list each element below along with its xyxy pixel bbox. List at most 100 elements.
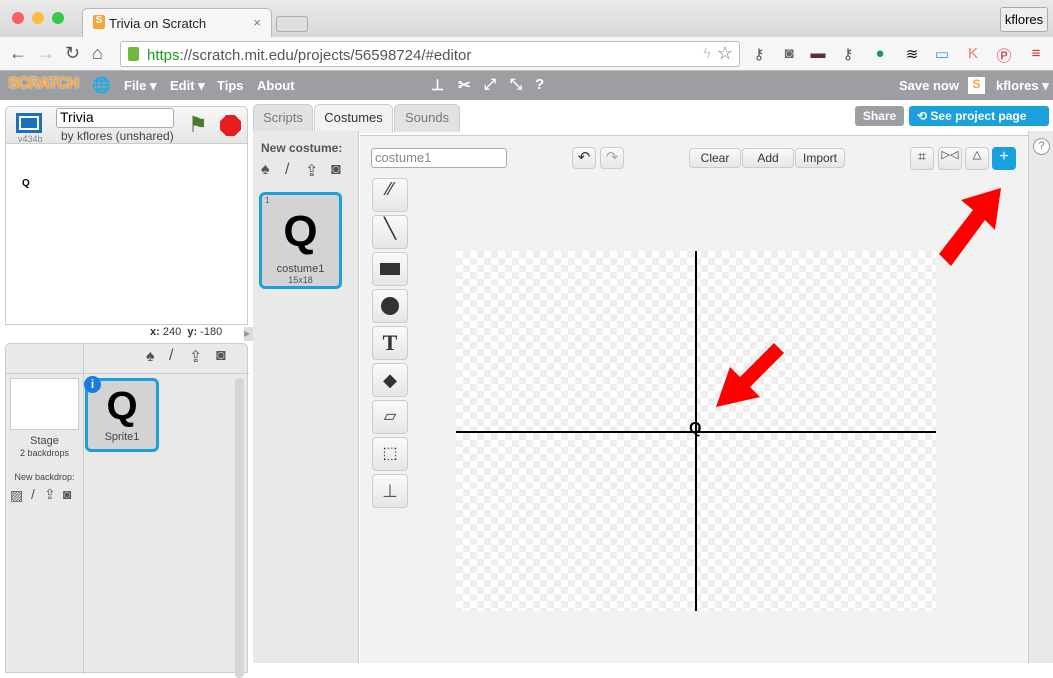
costume-name-input[interactable]: costume1 <box>371 148 507 168</box>
menu-file[interactable]: File ▾ <box>124 78 157 94</box>
sprite-scrollbar[interactable] <box>235 378 244 678</box>
upload-backdrop-icon[interactable]: ⇪ <box>44 486 56 503</box>
pocket-icon[interactable]: ◙ <box>779 45 799 62</box>
pinterest-icon[interactable]: Ⓟ <box>994 45 1014 66</box>
text-tool[interactable]: T <box>372 326 408 360</box>
help-icon[interactable]: ? <box>1033 138 1050 155</box>
cut-scissors-icon[interactable]: ✂ <box>458 76 471 94</box>
tab-costumes[interactable]: Costumes <box>314 104 393 133</box>
rectangle-tool[interactable] <box>372 252 408 286</box>
camera-sprite-icon[interactable]: ◙ <box>216 347 226 365</box>
swap-arrows-icon: ⟲ <box>917 109 931 123</box>
flip-horizontal-icon[interactable]: ▷◁ <box>938 147 962 170</box>
see-project-page-label: See project page <box>930 109 1027 123</box>
mask-extension-icon[interactable]: ▬ <box>808 45 828 62</box>
fill-bucket-tool[interactable]: ◆ <box>372 363 408 397</box>
camera-backdrop-icon[interactable]: ◙ <box>63 486 71 502</box>
language-globe-icon[interactable]: 🌐 <box>92 76 111 94</box>
my-stuff-icon[interactable]: S <box>968 77 985 94</box>
costume-library-icon[interactable]: ♠ <box>261 161 270 179</box>
reload-icon[interactable]: ↻ <box>65 43 80 64</box>
sprite-info-icon[interactable]: i <box>84 376 101 393</box>
bookmark-star-icon[interactable]: ☆ <box>717 43 733 64</box>
url-field[interactable]: https://scratch.mit.edu/projects/5659872… <box>120 41 740 67</box>
chrome-menu-icon[interactable]: ≡ <box>1026 45 1046 62</box>
minimize-window-button[interactable] <box>32 12 44 24</box>
tab-title: Trivia on Scratch <box>109 16 207 31</box>
key2-extension-icon[interactable]: ⚷ <box>838 45 858 63</box>
collapse-stage-toggle[interactable]: ▶ <box>244 327 253 341</box>
lock-icon <box>128 47 139 61</box>
help-sidebar: ? <box>1028 131 1053 663</box>
browser-tab[interactable]: S Trivia on Scratch × <box>82 8 272 38</box>
share-button[interactable]: Share <box>855 106 904 126</box>
sprite-library-icon[interactable]: ♠ <box>146 348 155 366</box>
new-backdrop-label: New backdrop: <box>14 472 75 482</box>
drawing-canvas[interactable]: Q <box>456 251 936 611</box>
upload-sprite-icon[interactable]: ⇪ <box>189 347 202 367</box>
undo-button[interactable]: ↶ <box>572 147 596 169</box>
user-menu[interactable]: kflores ▾ <box>996 78 1049 94</box>
back-icon[interactable]: ← <box>9 43 27 64</box>
menu-tips[interactable]: Tips <box>217 78 244 93</box>
paint-costume-icon[interactable]: / <box>285 161 289 179</box>
fullscreen-icon[interactable] <box>16 113 42 133</box>
paint-backdrop-icon[interactable]: / <box>31 486 35 502</box>
select-tool[interactable]: ⬚ <box>372 437 408 471</box>
costume-index: 1 <box>265 196 270 205</box>
divider <box>6 373 249 374</box>
backdrop-library-icon[interactable]: ▨ <box>10 487 23 504</box>
klout-icon[interactable]: K <box>963 45 983 62</box>
green-flag-icon[interactable]: ⚑ <box>188 112 208 138</box>
stage-thumbnail[interactable] <box>10 378 79 430</box>
project-title-input[interactable]: Trivia <box>56 108 174 128</box>
tab-scripts[interactable]: Scripts <box>253 104 313 132</box>
import-button[interactable]: Import <box>795 148 845 168</box>
eraser-tool[interactable]: ▱ <box>372 400 408 434</box>
browser-profile-button[interactable]: kflores <box>1000 7 1048 32</box>
save-now-link[interactable]: Save now <box>899 78 959 93</box>
crop-icon[interactable]: ⌗ <box>910 147 934 170</box>
buffer-icon[interactable]: ≋ <box>902 45 922 63</box>
tab-sounds[interactable]: Sounds <box>394 104 460 132</box>
duplicate-stamp-icon[interactable]: ⊥ <box>431 76 444 94</box>
line-tool[interactable]: ╲ <box>372 215 408 249</box>
home-icon[interactable]: ⌂ <box>92 43 103 64</box>
paint-sprite-icon[interactable]: / <box>169 347 173 365</box>
screenshot-icon[interactable]: ▭ <box>932 45 952 63</box>
menu-about[interactable]: About <box>257 78 295 93</box>
forward-icon[interactable]: → <box>37 43 55 64</box>
ellipse-tool[interactable] <box>372 289 408 323</box>
shrink-icon[interactable]: ⤡ <box>510 76 522 93</box>
redo-button[interactable]: ↷ <box>600 147 624 169</box>
close-window-button[interactable] <box>12 12 24 24</box>
help-icon[interactable]: ? <box>535 76 544 93</box>
url-scheme: https <box>147 47 180 64</box>
x-value: 240 <box>162 326 182 338</box>
flip-vertical-icon[interactable]: △ <box>965 147 989 170</box>
brush-tool[interactable]: ⁄⁄ <box>372 178 408 212</box>
stop-sign-icon[interactable] <box>220 115 241 136</box>
new-tab-button[interactable] <box>276 16 308 32</box>
grow-icon[interactable]: ⤢ <box>484 76 496 93</box>
set-costume-center-button[interactable]: + <box>992 147 1016 170</box>
tab-close-icon[interactable]: × <box>253 15 261 30</box>
hangouts-icon[interactable]: ● <box>870 45 890 62</box>
key-extension-icon[interactable]: ⚷ <box>749 45 769 63</box>
add-button[interactable]: Add <box>742 148 794 168</box>
sprite-pane: ♠ / ⇪ ◙ Stage 2 backdrops New backdrop: … <box>5 343 249 678</box>
stage-canvas[interactable]: Q <box>5 143 248 325</box>
camera-costume-icon[interactable]: ◙ <box>331 161 341 179</box>
clear-button[interactable]: Clear <box>689 148 741 168</box>
divider <box>83 344 84 674</box>
costume-thumbnail[interactable]: 1 Q costume1 15x18 <box>259 192 342 289</box>
costume-list: New costume: ♠ / ⇪ ◙ 1 Q costume1 15x18 <box>253 131 359 663</box>
see-project-page-button[interactable]: ⟲ See project page <box>909 106 1049 126</box>
menu-edit[interactable]: Edit ▾ <box>170 78 205 94</box>
y-label: y: <box>187 326 198 338</box>
upload-costume-icon[interactable]: ⇪ <box>305 161 318 181</box>
stamp-tool[interactable]: ⊥ <box>372 474 408 508</box>
scratch-logo[interactable]: SCRATCH <box>8 75 79 93</box>
maximize-window-button[interactable] <box>52 12 64 24</box>
stage-sprite[interactable]: Q <box>22 178 30 189</box>
